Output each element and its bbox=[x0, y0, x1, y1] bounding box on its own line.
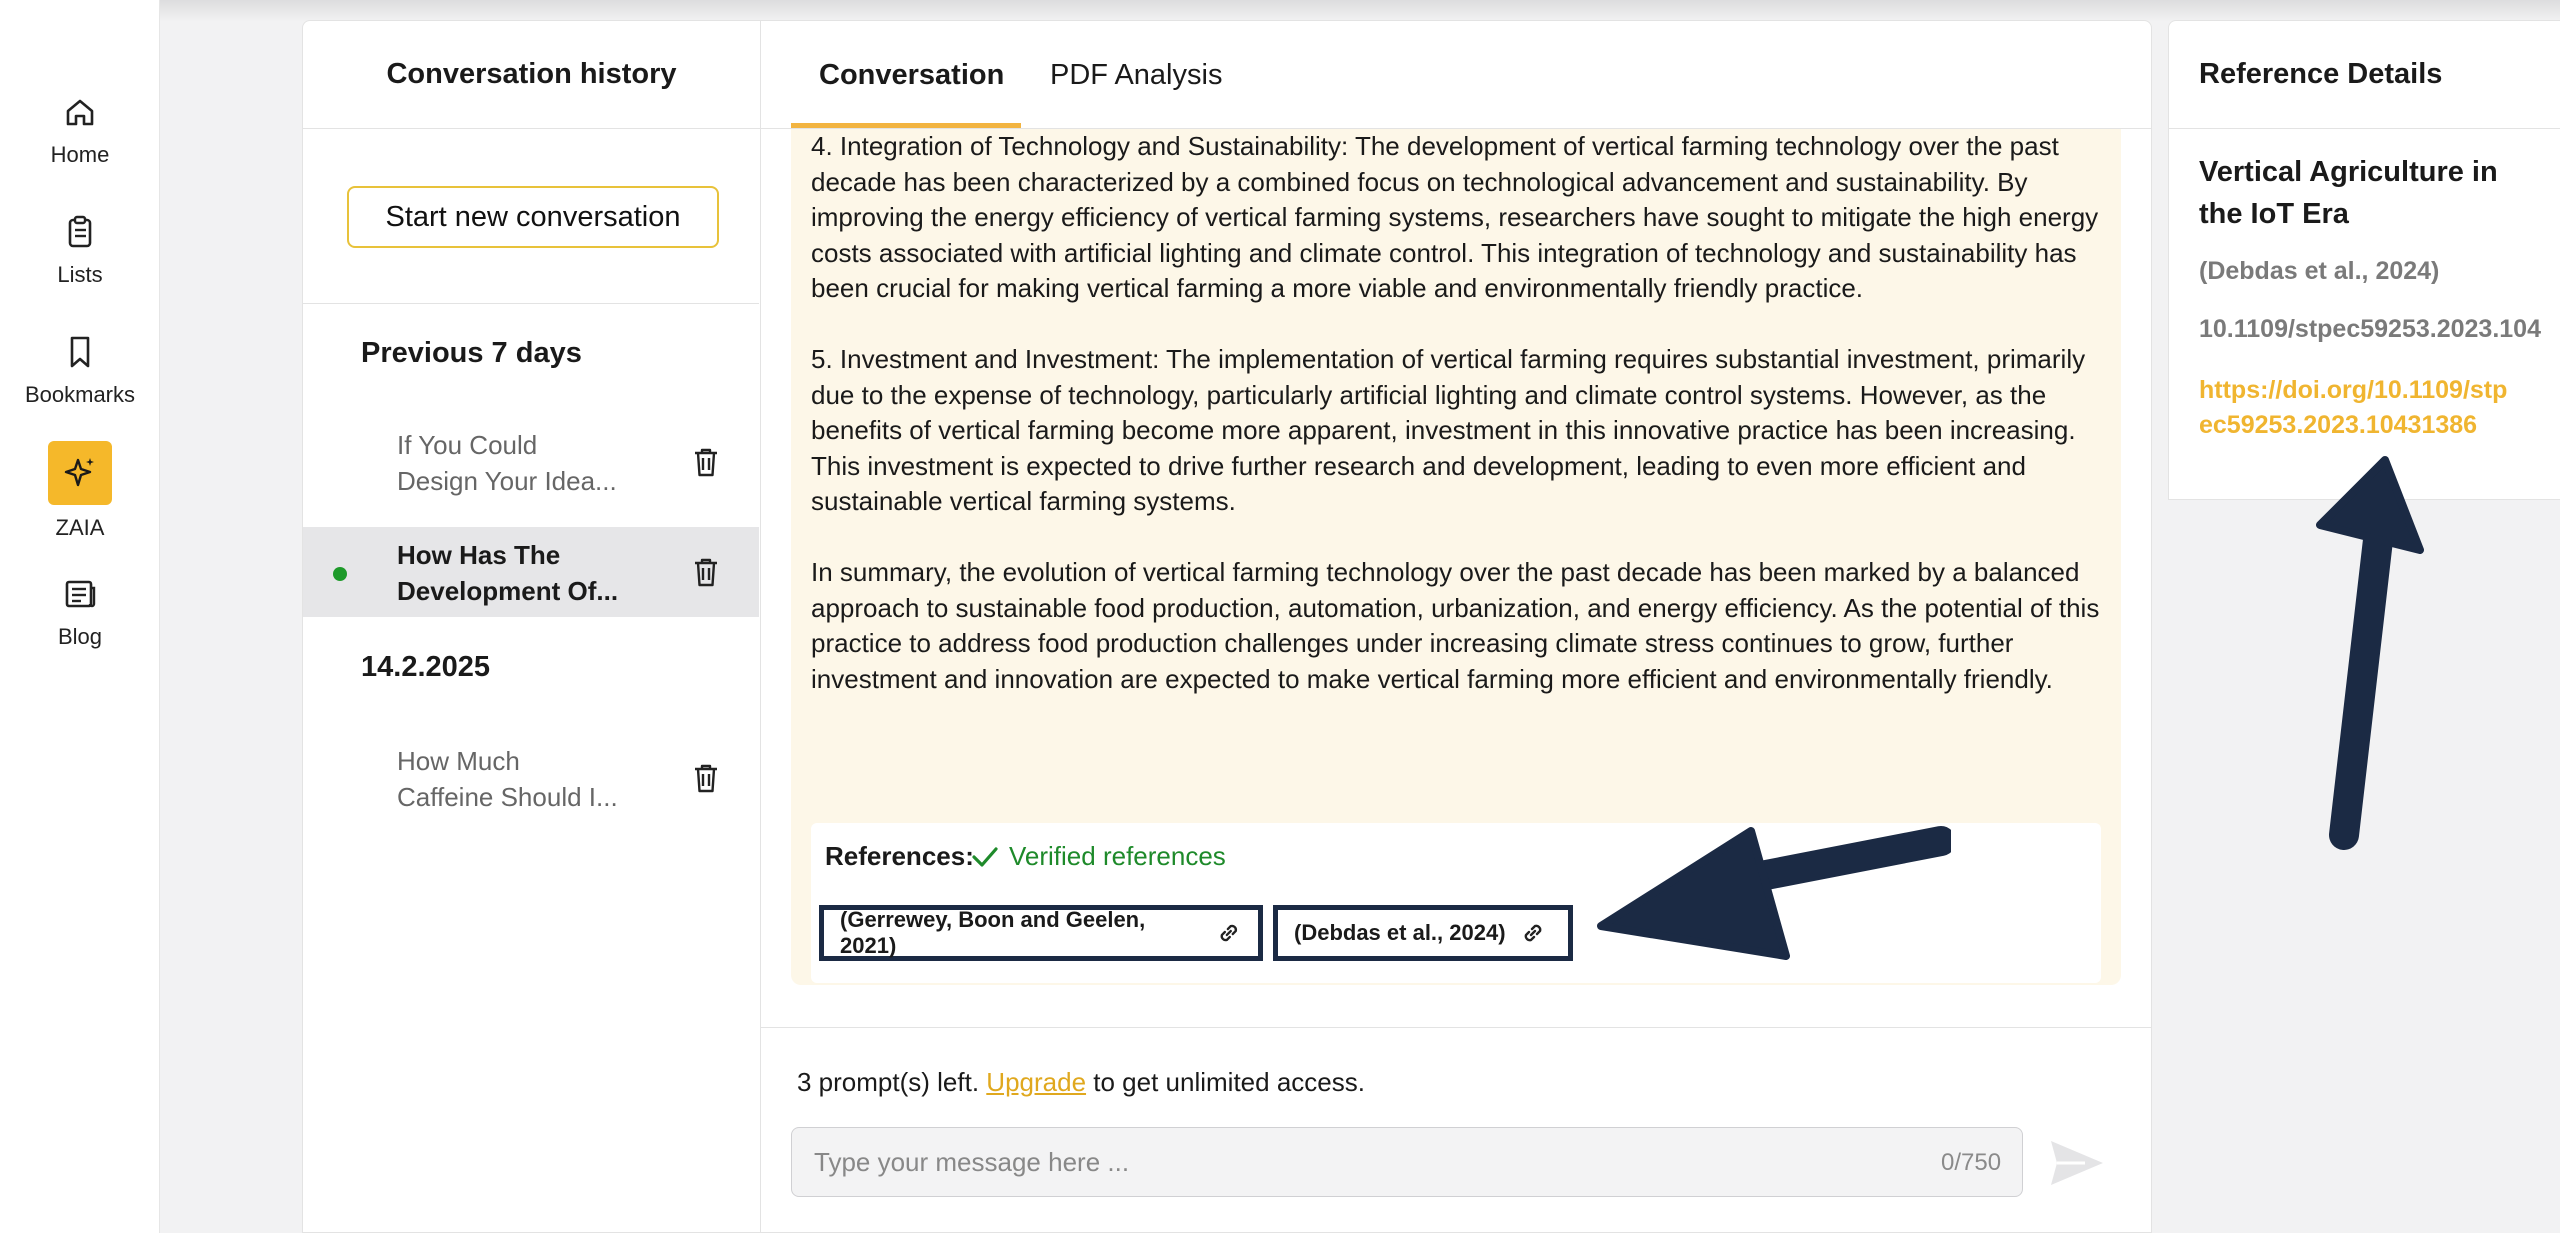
history-item-active[interactable]: How Has The Development Of... bbox=[303, 527, 759, 617]
history-title: Conversation history bbox=[303, 21, 760, 129]
zaia-icon-tile bbox=[48, 441, 112, 505]
reference-chip-label: (Debdas et al., 2024) bbox=[1294, 920, 1506, 945]
nav-zaia[interactable]: ZAIA bbox=[0, 441, 160, 541]
footer-divider bbox=[761, 1027, 2151, 1028]
history-divider bbox=[303, 303, 759, 304]
nav-bookmarks-label: Bookmarks bbox=[24, 382, 136, 407]
annotation-arrow-left-icon bbox=[1597, 826, 1951, 960]
trash-icon[interactable] bbox=[691, 555, 721, 589]
trash-icon[interactable] bbox=[691, 445, 721, 479]
annotation-arrow-up-icon bbox=[2316, 456, 2424, 850]
reference-details-heading: Reference Details bbox=[2169, 21, 2560, 129]
prompts-remaining: 3 prompt(s) left. Upgrade to get unlimit… bbox=[797, 1067, 1365, 1098]
prompts-remaining-suffix: to get unlimited access. bbox=[1093, 1067, 1365, 1097]
group-title-date: 14.2.2025 bbox=[361, 651, 491, 683]
message-input[interactable] bbox=[791, 1127, 2023, 1197]
conversation-history-panel: Conversation history Start new conversat… bbox=[302, 20, 760, 1233]
nav-lists[interactable]: Lists bbox=[0, 212, 160, 288]
reference-citation: (Debdas et al., 2024) bbox=[2199, 257, 2440, 285]
nav-home[interactable]: Home bbox=[0, 92, 160, 168]
upgrade-link[interactable]: Upgrade bbox=[986, 1067, 1086, 1097]
newspaper-icon bbox=[65, 580, 96, 608]
tab-conversation[interactable]: Conversation bbox=[819, 59, 1004, 92]
home-icon bbox=[66, 99, 94, 126]
verified-references: Verified references bbox=[971, 841, 1226, 872]
message-body: 4. Integration of Technology and Sustain… bbox=[811, 129, 2101, 733]
check-icon bbox=[972, 846, 998, 867]
group-title-previous-7-days: Previous 7 days bbox=[361, 337, 582, 369]
nav-blog-label: Blog bbox=[57, 624, 103, 649]
active-tab-underline bbox=[791, 123, 1021, 128]
nav-bookmarks[interactable]: Bookmarks bbox=[0, 332, 160, 408]
top-shade bbox=[0, 0, 2560, 22]
link-icon bbox=[1524, 924, 1541, 942]
prompts-remaining-text: 3 prompt(s) left. bbox=[797, 1067, 980, 1097]
reference-details-panel: Reference Details Vertical Agriculture i… bbox=[2168, 20, 2560, 500]
history-item-title: How Much Caffeine Should I... bbox=[397, 746, 618, 812]
history-item-title: How Has The Development Of... bbox=[397, 540, 619, 606]
message-paragraph: 4. Integration of Technology and Sustain… bbox=[811, 131, 2099, 303]
active-indicator-dot bbox=[333, 567, 347, 581]
conversation-panel: Conversation PDF Analysis 4. Integration… bbox=[760, 20, 2152, 1233]
reference-chip-label: (Gerrewey, Boon and Geelen, 2021) bbox=[840, 907, 1146, 958]
verified-references-label: Verified references bbox=[1009, 841, 1226, 871]
start-new-conversation-button[interactable]: Start new conversation bbox=[347, 186, 719, 248]
tab-pdf-analysis[interactable]: PDF Analysis bbox=[1050, 59, 1222, 92]
link-icon bbox=[1220, 924, 1238, 942]
bookmark-icon bbox=[70, 336, 90, 368]
reference-chip[interactable]: (Debdas et al., 2024) bbox=[1273, 905, 1573, 961]
left-nav: Home Lists Bookmarks ZAIA Blog bbox=[0, 0, 160, 1233]
history-item[interactable]: How Much Caffeine Should I... bbox=[303, 733, 759, 823]
nav-home-label: Home bbox=[50, 142, 110, 167]
character-counter: 0/750 bbox=[1941, 1149, 2002, 1176]
message-paragraph: 5. Investment and Investment: The implem… bbox=[811, 344, 2086, 516]
clipboard-icon bbox=[68, 215, 92, 248]
references-label: References: bbox=[825, 841, 974, 871]
history-item[interactable]: If You Could Design Your Idea... bbox=[303, 417, 759, 507]
reference-title: Vertical Agriculture in the IoT Era bbox=[2199, 156, 2498, 230]
history-item-title: If You Could Design Your Idea... bbox=[397, 430, 617, 496]
send-icon[interactable] bbox=[2045, 1133, 2109, 1193]
reference-doi: 10.1109/stpec59253.2023.104 bbox=[2199, 315, 2541, 343]
trash-icon[interactable] bbox=[691, 761, 721, 795]
nav-zaia-label: ZAIA bbox=[55, 515, 105, 540]
tab-bar: Conversation PDF Analysis bbox=[761, 21, 2151, 129]
nav-lists-label: Lists bbox=[57, 262, 103, 287]
nav-blog[interactable]: Blog bbox=[0, 574, 160, 650]
sparkle-icon bbox=[64, 458, 94, 487]
reference-chip[interactable]: (Gerrewey, Boon and Geelen, 2021) bbox=[819, 905, 1263, 961]
message-paragraph: In summary, the evolution of vertical fa… bbox=[811, 557, 2100, 694]
reference-url-link[interactable]: https://doi.org/10.1109/stpec59253.2023.… bbox=[2199, 373, 2517, 443]
